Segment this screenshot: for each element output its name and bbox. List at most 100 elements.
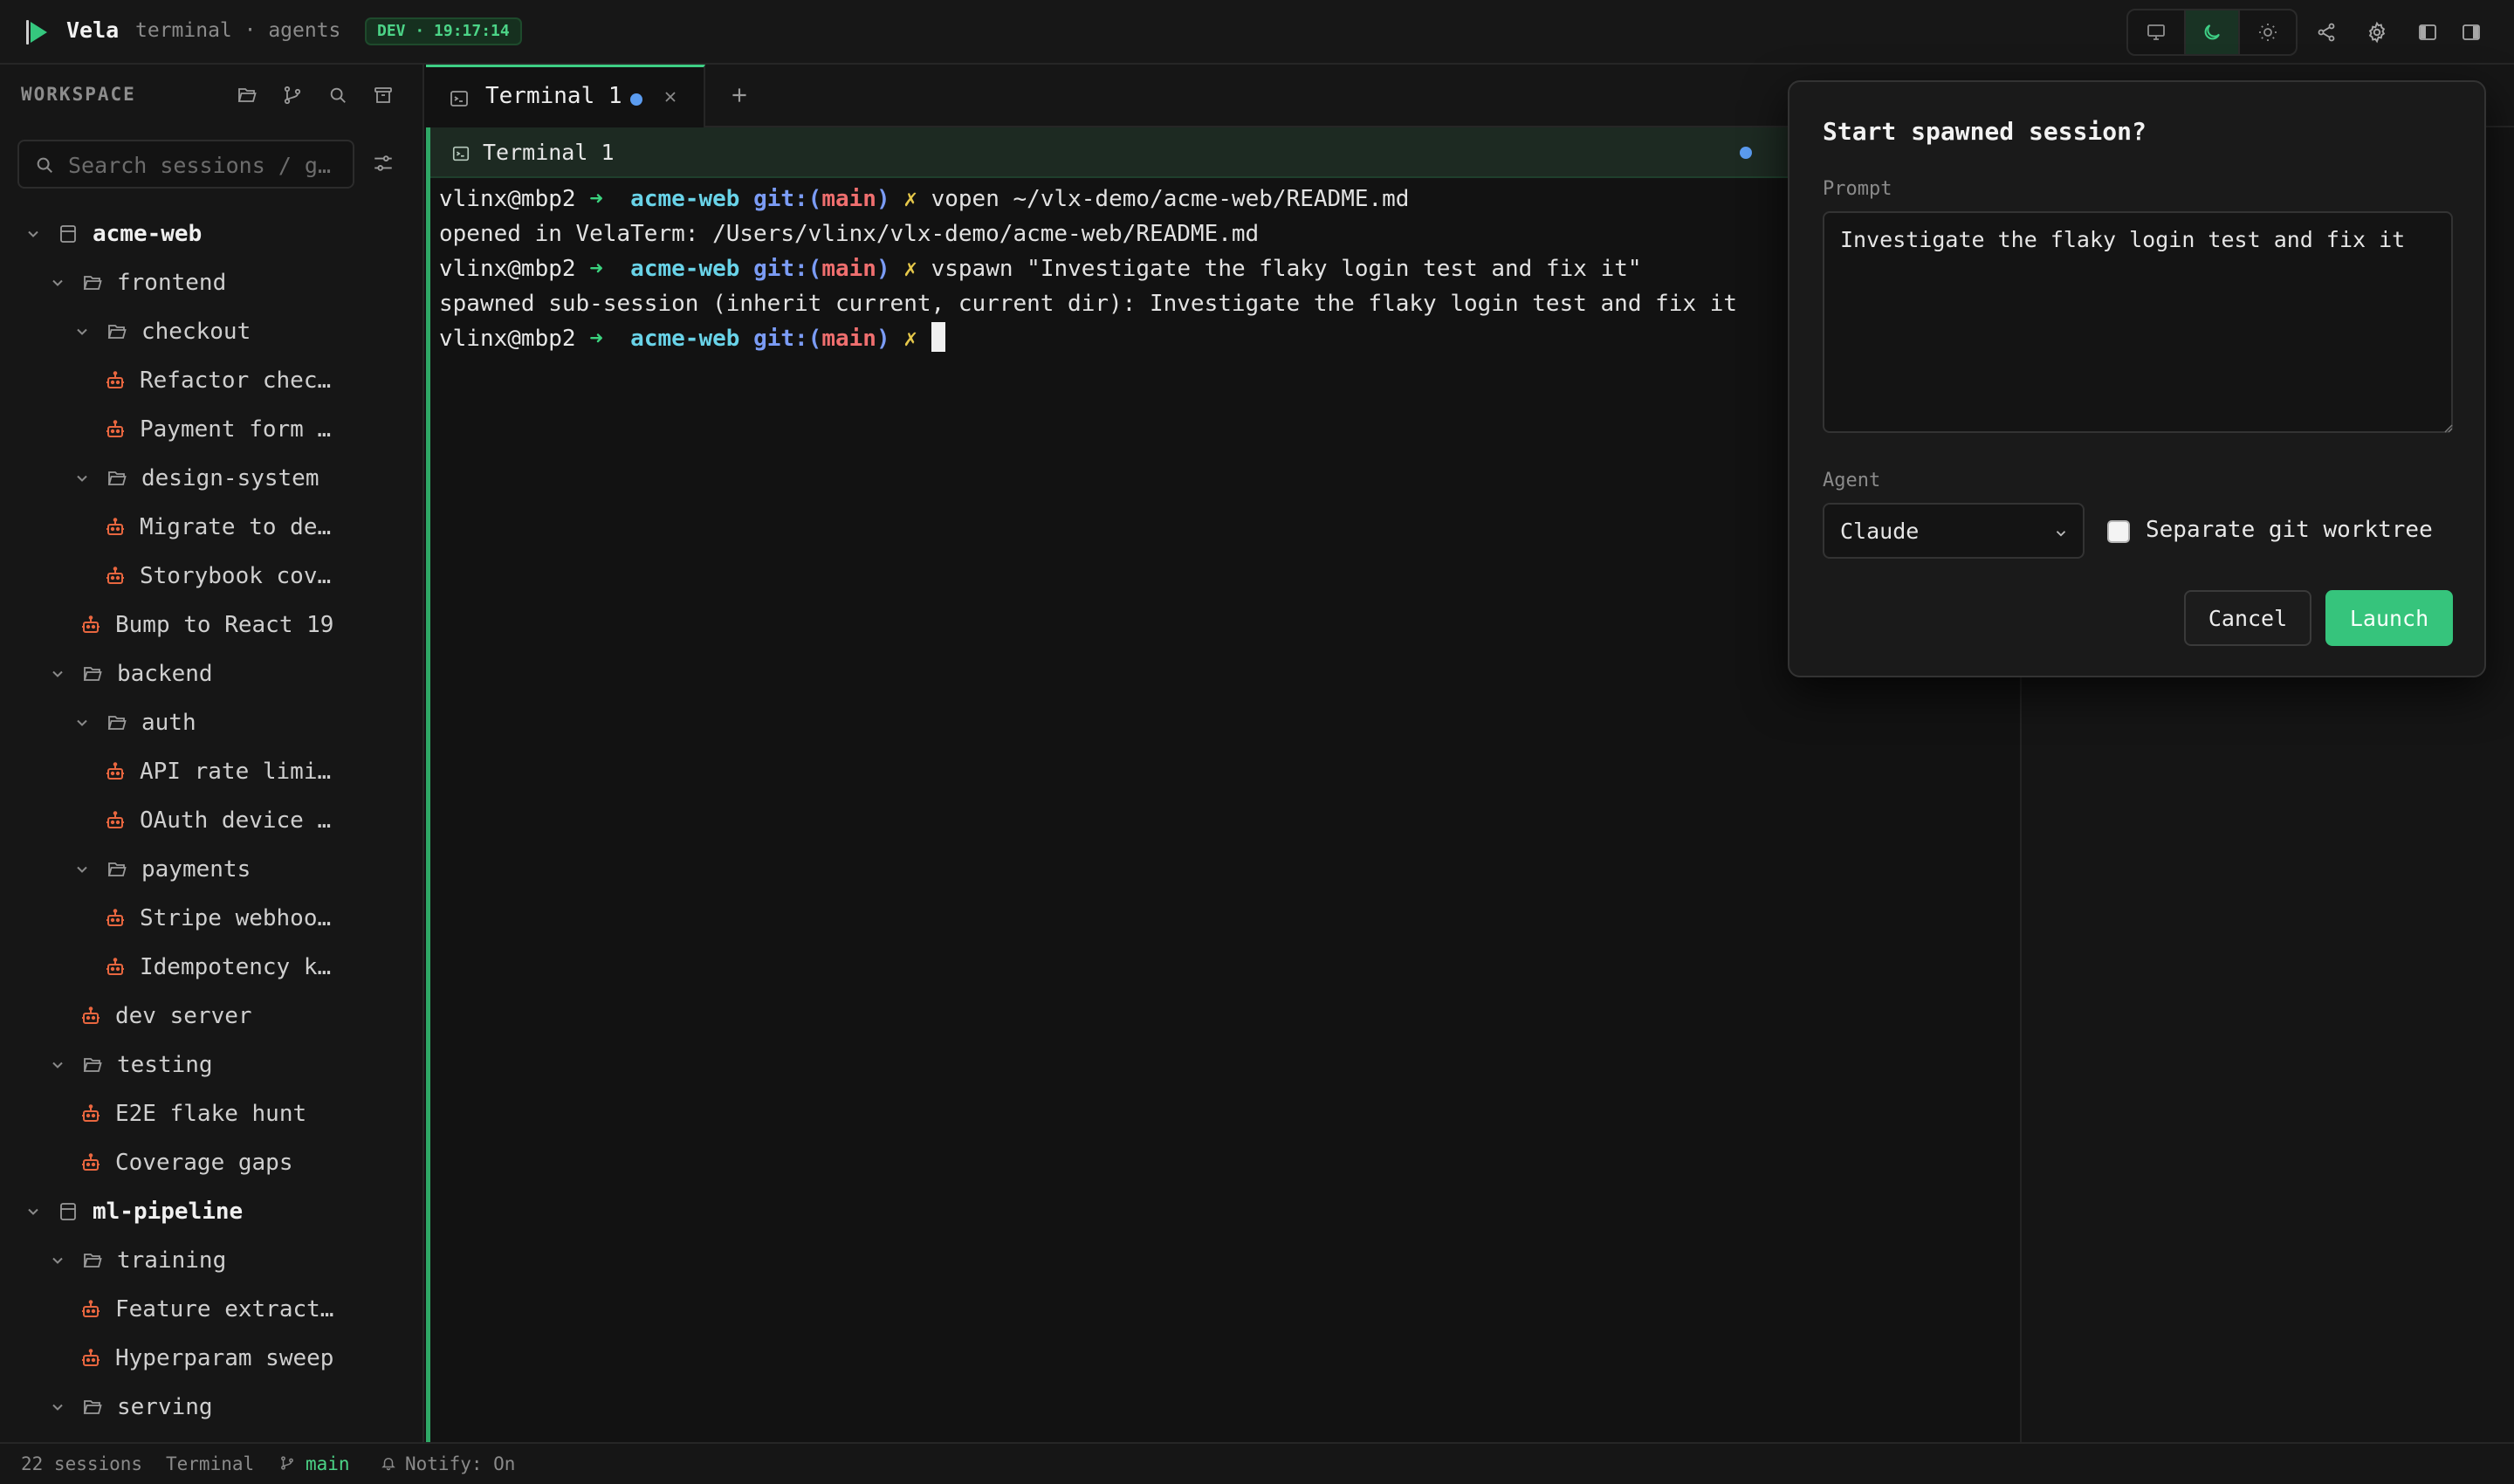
moon-icon[interactable] — [2184, 10, 2240, 54]
app-window: Vela terminal · agents DEV · 19:17:14 WO… — [0, 0, 2514, 1484]
prompt-branch: main — [821, 186, 876, 212]
git-branch-icon[interactable] — [279, 82, 306, 108]
session-search[interactable] — [17, 140, 354, 189]
session-item[interactable]: Coverage gaps — [0, 1138, 422, 1187]
session-item[interactable]: API rate limi… — [0, 747, 422, 796]
folder-item[interactable]: checkout — [0, 307, 422, 356]
right-panel-icon[interactable] — [2455, 16, 2488, 49]
agent-bot-icon — [80, 1348, 101, 1369]
top-bar: Vela terminal · agents DEV · 19:17:14 — [0, 0, 2514, 65]
close-icon[interactable] — [662, 88, 679, 106]
session-item[interactable]: Hyperparam sweep — [0, 1334, 422, 1383]
worktree-checkbox[interactable] — [2107, 520, 2130, 543]
command-text: vspawn "Investigate the flaky login test… — [931, 256, 1642, 282]
folder-icon — [82, 1055, 103, 1075]
terminal-cursor — [931, 322, 945, 352]
search-icon — [35, 155, 54, 175]
session-item[interactable]: Bump to React 19 — [0, 601, 422, 649]
folder-item[interactable]: payments — [0, 845, 422, 894]
chevron-down-icon[interactable] — [49, 1252, 66, 1269]
launch-button[interactable]: Launch — [2325, 590, 2453, 646]
branch-name[interactable]: main — [306, 1453, 350, 1474]
terminal-pane[interactable]: Terminal 1 vlinx@mbp2 ➜ acme-web git:(ma… — [426, 127, 2020, 1442]
agent-bot-icon — [80, 615, 101, 636]
tree-item-label: ml-pipeline — [93, 1199, 244, 1225]
terminal-line: opened in VelaTerm: /Users/vlinx/vlx-dem… — [439, 216, 2010, 251]
monitor-icon[interactable] — [2128, 10, 2184, 54]
tree-item-label: Storybook cov… — [140, 563, 332, 589]
project-item[interactable]: acme-web — [0, 210, 422, 258]
agent-select[interactable]: Claude — [1823, 503, 2085, 559]
share-icon[interactable] — [2310, 16, 2343, 49]
folder-item[interactable]: auth — [0, 698, 422, 747]
folder-open-icon[interactable] — [234, 82, 260, 108]
chevron-down-icon[interactable] — [73, 323, 91, 340]
chevron-down-icon[interactable] — [73, 861, 91, 878]
sun-icon[interactable] — [2240, 10, 2296, 54]
tree-item-label: training — [117, 1247, 227, 1274]
session-item[interactable]: Payment form … — [0, 405, 422, 454]
chevron-down-icon[interactable] — [73, 714, 91, 732]
terminal-icon — [451, 144, 471, 163]
prompt-textarea[interactable]: Investigate the flaky login test and fix… — [1823, 211, 2453, 433]
folder-item[interactable]: serving — [0, 1383, 422, 1432]
terminal-output[interactable]: vlinx@mbp2 ➜ acme-web git:(main) ✗ vopen… — [439, 182, 2010, 356]
folder-item[interactable]: testing — [0, 1041, 422, 1089]
chevron-down-icon[interactable] — [24, 1203, 42, 1220]
chevron-down-icon[interactable] — [49, 1398, 66, 1416]
sidebar: WORKSPACE acme-web frontend checkout Refact… — [0, 65, 424, 1442]
tree-item-label: Bump to React 19 — [115, 612, 334, 638]
terminal-line: vlinx@mbp2 ➜ acme-web git:(main) ✗ vspaw… — [439, 251, 2010, 286]
prompt-git: git:( — [753, 186, 822, 212]
tree-item-label: serving — [117, 1394, 213, 1420]
chevron-down-icon[interactable] — [73, 470, 91, 487]
resize-handle-icon[interactable] — [2442, 423, 2453, 433]
agent-bot-icon — [80, 1152, 101, 1173]
chevron-down-icon[interactable] — [49, 1056, 66, 1074]
folder-item[interactable]: backend — [0, 649, 422, 698]
agent-bot-icon — [105, 566, 126, 587]
chevron-down-icon[interactable] — [49, 665, 66, 683]
project-item[interactable]: ml-pipeline — [0, 1187, 422, 1236]
prompt-dir: acme-web — [630, 186, 740, 212]
folder-item[interactable]: training — [0, 1236, 422, 1285]
session-item[interactable]: dev server — [0, 992, 422, 1041]
cancel-button[interactable]: Cancel — [2184, 590, 2311, 646]
tab-terminal-1[interactable]: Terminal 1 — [426, 65, 705, 127]
folder-item[interactable]: frontend — [0, 258, 422, 307]
search-input[interactable] — [68, 148, 347, 182]
filter-settings-icon[interactable] — [372, 152, 395, 175]
agent-value: Claude — [1840, 519, 1920, 544]
notify-status[interactable]: Notify: On — [405, 1453, 515, 1474]
left-panel-icon[interactable] — [2411, 16, 2444, 49]
prompt-dir: acme-web — [630, 256, 740, 282]
search-icon[interactable] — [325, 82, 351, 108]
tree-item-label: frontend — [117, 270, 227, 296]
session-item[interactable]: Feature extract… — [0, 1285, 422, 1334]
prompt-user: vlinx@mbp2 — [439, 186, 576, 212]
theme-mode-toggle — [2126, 9, 2298, 56]
add-tab-icon[interactable] — [728, 84, 751, 106]
archive-icon[interactable] — [370, 82, 396, 108]
session-item[interactable]: Refactor chec… — [0, 356, 422, 405]
session-item[interactable]: Migrate to de… — [0, 503, 422, 552]
session-item[interactable]: E2E flake hunt — [0, 1089, 422, 1138]
chevron-down-icon[interactable] — [49, 274, 66, 292]
prompt-arrow: ➜ — [589, 186, 603, 212]
chevron-down-icon[interactable] — [24, 225, 42, 243]
prompt-branch: main — [821, 256, 876, 282]
output-text: spawned sub-session (inherit current, cu… — [439, 291, 1738, 317]
session-item[interactable]: Idempotency k… — [0, 943, 422, 992]
prompt-mark: ✗ — [903, 326, 917, 352]
folder-item[interactable]: design-system — [0, 454, 422, 503]
session-item[interactable]: Stripe webhoo… — [0, 894, 422, 943]
session-item[interactable]: Storybook cov… — [0, 552, 422, 601]
tree-item-label: Refactor chec… — [140, 368, 332, 394]
worktree-label[interactable]: Separate git worktree — [2146, 517, 2433, 543]
session-item[interactable]: OAuth device … — [0, 796, 422, 845]
tree-item-label: Hyperparam sweep — [115, 1345, 334, 1371]
tree-item-label: design-system — [141, 465, 319, 491]
gear-icon[interactable] — [2360, 16, 2394, 49]
tree-item-label: E2E flake hunt — [115, 1101, 307, 1127]
tree-item-label: payments — [141, 856, 251, 883]
